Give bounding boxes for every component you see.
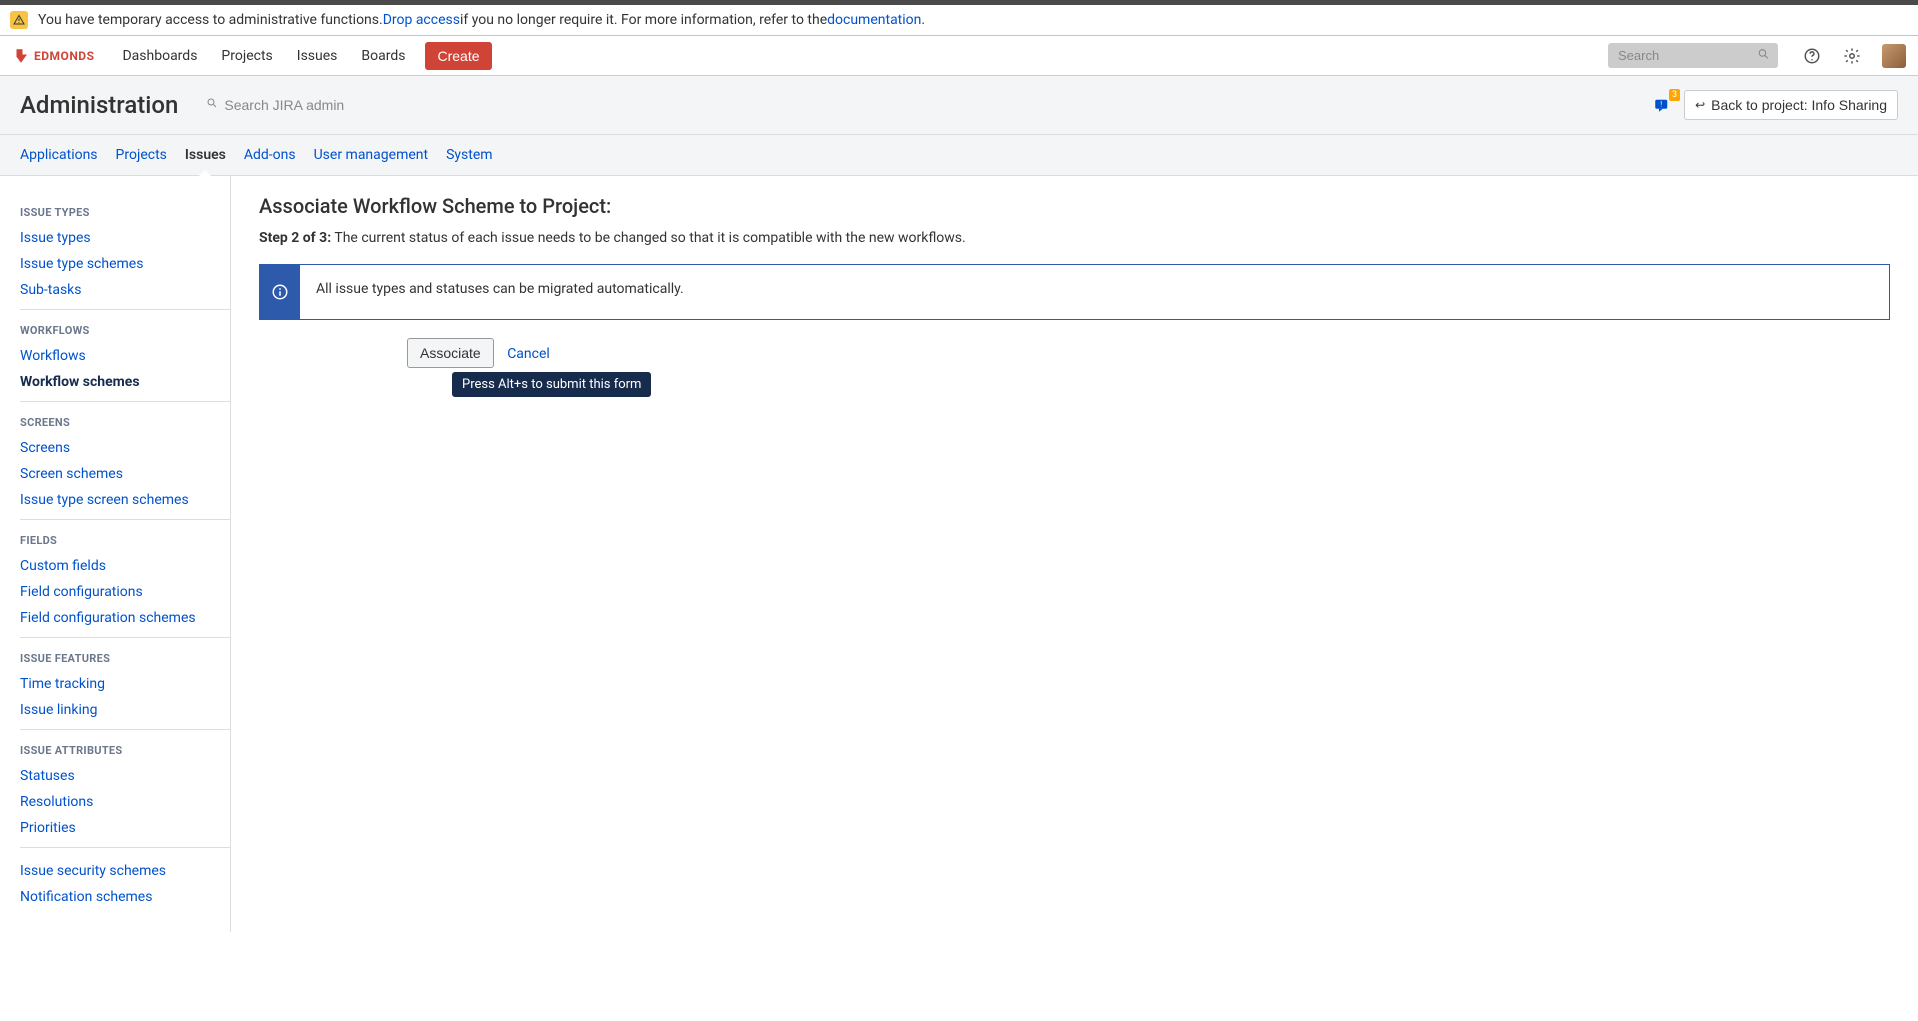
admin-header: Administration ! 3 ↩ Back to project: In… xyxy=(0,76,1918,135)
info-icon xyxy=(260,265,300,319)
documentation-link[interactable]: documentation xyxy=(827,12,921,28)
info-message: All issue types and statuses can be migr… xyxy=(300,265,700,319)
banner-text-post: . xyxy=(921,12,925,28)
shortcut-tooltip: Press Alt+s to submit this form xyxy=(452,372,651,397)
admin-tab-projects[interactable]: Projects xyxy=(116,143,167,167)
content-area: Associate Workflow Scheme to Project: St… xyxy=(231,176,1918,932)
sidebar-item-workflow-schemes[interactable]: Workflow schemes xyxy=(20,369,230,395)
admin-tab-applications[interactable]: Applications xyxy=(20,143,98,167)
back-button-label: Back to project: Info Sharing xyxy=(1711,97,1887,113)
admin-search-input[interactable] xyxy=(206,93,426,117)
sidebar-item-issue-type-screen-schemes[interactable]: Issue type screen schemes xyxy=(20,487,230,513)
sidebar-item-time-tracking[interactable]: Time tracking xyxy=(20,671,230,697)
nav-dashboards[interactable]: Dashboards xyxy=(110,36,209,76)
sidebar-heading: ISSUE FEATURES xyxy=(20,648,230,671)
sidebar-section: ISSUE FEATURESTime trackingIssue linking xyxy=(20,637,230,729)
create-button[interactable]: Create xyxy=(425,42,491,70)
info-panel: All issue types and statuses can be migr… xyxy=(259,264,1890,320)
warning-icon xyxy=(10,11,28,29)
sidebar-item-resolutions[interactable]: Resolutions xyxy=(20,789,230,815)
admin-search-icon xyxy=(206,97,218,113)
sidebar-item-sub-tasks[interactable]: Sub-tasks xyxy=(20,277,230,303)
logo-text: EDMONDS xyxy=(34,49,94,63)
sidebar-section: WORKFLOWSWorkflowsWorkflow schemes xyxy=(20,309,230,401)
user-avatar[interactable] xyxy=(1882,44,1906,68)
step-number: Step 2 of 3: xyxy=(259,230,331,246)
admin-tab-add-ons[interactable]: Add-ons xyxy=(244,143,296,167)
sidebar-item-issue-linking[interactable]: Issue linking xyxy=(20,697,230,723)
sidebar-heading: SCREENS xyxy=(20,412,230,435)
sidebar-item-priorities[interactable]: Priorities xyxy=(20,815,230,841)
sidebar-heading: ISSUE TYPES xyxy=(20,202,230,225)
sidebar-item-issue-types[interactable]: Issue types xyxy=(20,225,230,251)
sidebar-section: FIELDSCustom fieldsField configurationsF… xyxy=(20,519,230,637)
svg-text:!: ! xyxy=(1660,100,1662,109)
sidebar-item-screen-schemes[interactable]: Screen schemes xyxy=(20,461,230,487)
back-to-project-button[interactable]: ↩ Back to project: Info Sharing xyxy=(1684,90,1898,120)
drop-access-link[interactable]: Drop access xyxy=(383,12,460,28)
step-rest: The current status of each issue needs t… xyxy=(331,230,966,246)
admin-title: Administration xyxy=(20,91,178,119)
sidebar-section: SCREENSScreensScreen schemesIssue type s… xyxy=(20,401,230,519)
sidebar-item-issue-type-schemes[interactable]: Issue type schemes xyxy=(20,251,230,277)
associate-button[interactable]: Associate xyxy=(407,338,494,368)
banner-text-pre: You have temporary access to administrat… xyxy=(38,12,383,28)
banner-text-mid: if you no longer require it. For more in… xyxy=(460,12,827,28)
sidebar-section: ISSUE ATTRIBUTESStatusesResolutionsPrior… xyxy=(20,729,230,847)
admin-tab-system[interactable]: System xyxy=(446,143,492,167)
feedback-icon[interactable]: ! 3 xyxy=(1650,93,1674,117)
sidebar-item-statuses[interactable]: Statuses xyxy=(20,763,230,789)
sidebar-heading: FIELDS xyxy=(20,530,230,553)
main-container: ISSUE TYPESIssue typesIssue type schemes… xyxy=(0,176,1918,932)
admin-tab-user-management[interactable]: User management xyxy=(314,143,428,167)
logo[interactable]: EDMONDS xyxy=(12,47,94,65)
sidebar-heading: ISSUE ATTRIBUTES xyxy=(20,740,230,763)
feedback-badge: 3 xyxy=(1669,89,1680,101)
step-description: Step 2 of 3: The current status of each … xyxy=(259,230,1890,246)
help-icon[interactable] xyxy=(1798,42,1826,70)
sidebar-item-screens[interactable]: Screens xyxy=(20,435,230,461)
sidebar-item-workflows[interactable]: Workflows xyxy=(20,343,230,369)
sidebar-heading: WORKFLOWS xyxy=(20,320,230,343)
search-icon xyxy=(1757,47,1770,64)
sidebar-section: Issue security schemesNotification schem… xyxy=(20,847,230,916)
top-nav: EDMONDS Dashboards Projects Issues Board… xyxy=(0,36,1918,76)
sidebar-item-custom-fields[interactable]: Custom fields xyxy=(20,553,230,579)
temporary-access-banner: You have temporary access to administrat… xyxy=(0,5,1918,36)
global-search-input[interactable] xyxy=(1608,43,1778,68)
sidebar-item-field-configuration-schemes[interactable]: Field configuration schemes xyxy=(20,605,230,631)
admin-sidebar: ISSUE TYPESIssue typesIssue type schemes… xyxy=(0,176,230,932)
cancel-link[interactable]: Cancel xyxy=(507,346,550,362)
sidebar-item-field-configurations[interactable]: Field configurations xyxy=(20,579,230,605)
sidebar-item-notification-schemes[interactable]: Notification schemes xyxy=(20,884,230,910)
admin-tab-issues[interactable]: Issues xyxy=(185,143,226,167)
nav-issues[interactable]: Issues xyxy=(285,36,350,76)
nav-boards[interactable]: Boards xyxy=(349,36,417,76)
form-actions: Associate Cancel Press Alt+s to submit t… xyxy=(259,338,1890,368)
gear-icon[interactable] xyxy=(1838,42,1866,70)
admin-tabs: Applications Projects Issues Add-ons User ma… xyxy=(0,135,1918,176)
nav-projects[interactable]: Projects xyxy=(209,36,284,76)
sidebar-item-issue-security-schemes[interactable]: Issue security schemes xyxy=(20,858,230,884)
page-heading: Associate Workflow Scheme to Project: xyxy=(259,194,1890,218)
back-arrow-icon: ↩ xyxy=(1695,98,1705,112)
sidebar-section: ISSUE TYPESIssue typesIssue type schemes… xyxy=(20,192,230,309)
